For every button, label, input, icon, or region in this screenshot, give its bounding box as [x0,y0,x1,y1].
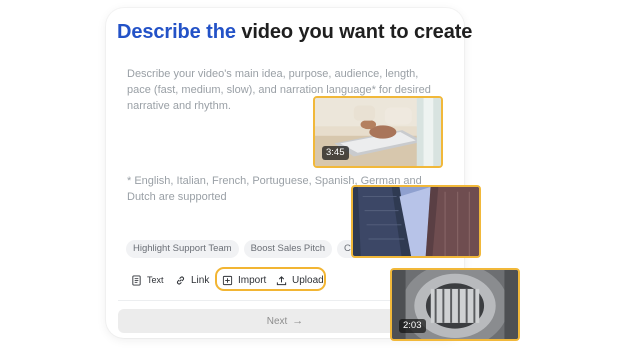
import-button-label: Import [238,274,267,286]
page-title: Describe the video you want to create [117,21,472,44]
text-button[interactable]: Text [131,267,164,293]
chip-boost-sales-pitch[interactable]: Boost Sales Pitch [243,240,333,258]
stage: Describe the video you want to create De… [0,0,626,350]
video-thumbnail-skyscraper[interactable] [351,185,481,258]
import-icon [222,275,233,285]
arrow-right-icon: → [292,315,304,327]
upload-button[interactable]: Upload [276,267,324,293]
suggestion-chips: Highlight Support TeamBoost Sales PitchC… [126,240,356,258]
import-button[interactable]: Import [222,267,266,293]
text-button-label: Text [147,275,164,285]
title-accent: Describe the [117,21,236,43]
duration-badge: 2:03 [399,319,426,333]
chip-highlight-support-team[interactable]: Highlight Support Team [126,240,239,258]
title-rest: video you want to create [235,21,473,43]
document-icon [132,274,141,286]
upload-icon [276,275,287,285]
video-thumbnail-laptop[interactable]: 3:45 [313,96,443,168]
upload-button-label: Upload [292,274,324,286]
link-icon [176,276,185,284]
skyscraper-image [353,187,479,256]
next-button-label: Next [266,315,288,327]
link-button-label: Link [191,274,210,286]
link-button[interactable]: Link [175,267,209,293]
duration-badge: 3:45 [322,146,349,160]
video-thumbnail-machinery[interactable]: 2:03 [390,268,520,341]
